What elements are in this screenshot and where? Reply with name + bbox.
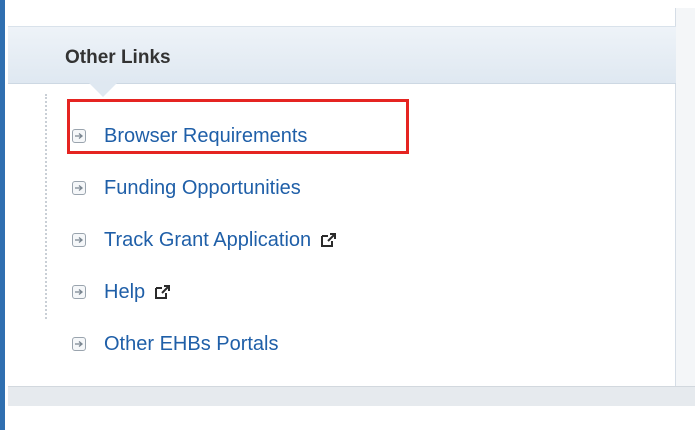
panel-header: Other Links [8, 26, 676, 84]
link-label[interactable]: Other EHBs Portals [104, 333, 279, 356]
arrow-right-box-icon [72, 129, 86, 143]
top-strip [0, 0, 695, 8]
external-link-icon [154, 284, 172, 300]
arrow-right-box-icon [72, 285, 86, 299]
link-label[interactable]: Browser Requirements [104, 125, 307, 148]
link-funding-opportunities[interactable]: Funding Opportunities [72, 173, 301, 203]
arrow-right-box-icon [72, 181, 86, 195]
link-browser-requirements[interactable]: Browser Requirements [72, 121, 307, 151]
panel-footer-band [8, 386, 695, 406]
link-help[interactable]: Help [72, 277, 172, 307]
panel-title: Other Links [65, 47, 171, 68]
right-gutter [676, 8, 695, 386]
bottom-area [8, 406, 695, 430]
link-label[interactable]: Track Grant Application [104, 229, 311, 252]
dotted-divider [45, 94, 47, 319]
other-links-panel: Other Links Browser Requirements Funding… [8, 8, 676, 386]
arrow-right-box-icon [72, 337, 86, 351]
link-other-ehbs-portals[interactable]: Other EHBs Portals [72, 329, 279, 359]
left-accent-bar [0, 0, 5, 430]
link-label[interactable]: Help [104, 281, 145, 304]
arrow-right-box-icon [72, 233, 86, 247]
link-track-grant-application[interactable]: Track Grant Application [72, 225, 338, 255]
page: Other Links Browser Requirements Funding… [0, 0, 695, 430]
link-label[interactable]: Funding Opportunities [104, 177, 301, 200]
external-link-icon [320, 232, 338, 248]
header-notch [88, 82, 118, 97]
